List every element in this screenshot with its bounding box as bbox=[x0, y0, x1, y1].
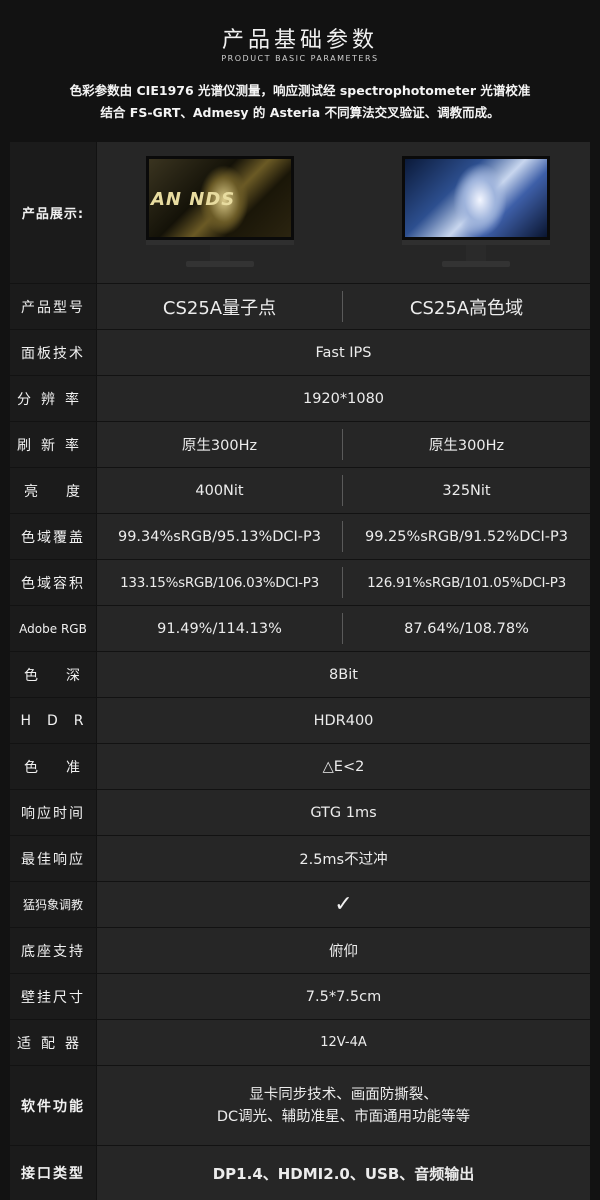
row-coverage: 色域覆盖 99.34%sRGB/95.13%DCI-P3 99.25%sRGB/… bbox=[10, 514, 590, 560]
row-resolution: 分辨率 1920*1080 bbox=[10, 376, 590, 422]
row-model: 产品型号 CS25A量子点 CS25A高色域 bbox=[10, 284, 590, 330]
showcase-label: 产品展示: bbox=[10, 142, 97, 283]
row-adobe: Adobe RGB 91.49%/114.13% 87.64%/108.78% bbox=[10, 606, 590, 652]
row-label: 刷新率 bbox=[10, 422, 97, 467]
monitor-screen: AN NDS bbox=[146, 156, 294, 240]
software-line-2: DC调光、辅助准星、市面通用功能等等 bbox=[216, 1108, 471, 1125]
row-label: 底座支持 bbox=[10, 928, 97, 973]
volume-right: 126.91%sRGB/101.05%DCI-P3 bbox=[367, 574, 566, 591]
row-best-response: 最佳响应 2.5ms不过冲 bbox=[10, 836, 590, 882]
row-adapter: 适配器 12V-4A bbox=[10, 1020, 590, 1066]
row-label: 亮度 bbox=[10, 468, 97, 513]
row-stand: 底座支持 俯仰 bbox=[10, 928, 590, 974]
row-label: 色域覆盖 bbox=[10, 514, 97, 559]
ports-value: DP1.4、HDMI2.0、USB、音频输出 bbox=[212, 1164, 475, 1183]
model-left: CS25A量子点 bbox=[162, 297, 277, 319]
row-label: 色准 bbox=[10, 744, 97, 789]
volume-left: 133.15%sRGB/106.03%DCI-P3 bbox=[120, 574, 319, 591]
description: 色彩参数由 CIE1976 光谱仪测量，响应测试经 spectrophotome… bbox=[14, 80, 586, 124]
row-label: HDR bbox=[10, 698, 97, 743]
row-label: 接口类型 bbox=[10, 1146, 97, 1200]
monitor-screen bbox=[402, 156, 550, 240]
row-label: 响应时间 bbox=[10, 790, 97, 835]
row-label: 猛犸象调教 bbox=[10, 882, 97, 927]
refresh-left: 原生300Hz bbox=[181, 438, 258, 454]
spec-table: 产品展示: AN NDS 产品型号 CS25A量子点 CS25A高色域 面板技术… bbox=[10, 142, 590, 1200]
row-label: 壁挂尺寸 bbox=[10, 974, 97, 1019]
row-label: 最佳响应 bbox=[10, 836, 97, 881]
depth-value: 8Bit bbox=[329, 666, 358, 683]
row-panel: 面板技术 Fast IPS bbox=[10, 330, 590, 376]
stand-value: 俯仰 bbox=[329, 944, 358, 960]
adapter-value: 12V-4A bbox=[320, 1035, 367, 1050]
resolution-value: 1920*1080 bbox=[302, 390, 385, 407]
check-icon: ✓ bbox=[334, 892, 353, 917]
row-tuning: 猛犸象调教 ✓ bbox=[10, 882, 590, 928]
coverage-left: 99.34%sRGB/95.13%DCI-P3 bbox=[117, 528, 322, 545]
row-vesa: 壁挂尺寸 7.5*7.5cm bbox=[10, 974, 590, 1020]
vesa-value: 7.5*7.5cm bbox=[305, 988, 382, 1005]
description-line-1: 色彩参数由 CIE1976 光谱仪测量，响应测试经 spectrophotome… bbox=[69, 83, 531, 98]
brightness-right: 325Nit bbox=[442, 482, 491, 499]
row-refresh: 刷新率 原生300Hz 原生300Hz bbox=[10, 422, 590, 468]
adobe-left: 91.49%/114.13% bbox=[157, 620, 282, 637]
refresh-right: 原生300Hz bbox=[428, 438, 505, 454]
row-label: 适配器 bbox=[10, 1020, 97, 1065]
row-hdr: HDR HDR400 bbox=[10, 698, 590, 744]
accuracy-value: △E<2 bbox=[322, 758, 365, 775]
row-brightness: 亮度 400Nit 325Nit bbox=[10, 468, 590, 514]
page-subtitle: PRODUCT BASIC PARAMETERS bbox=[221, 54, 379, 63]
adobe-right: 87.64%/108.78% bbox=[404, 620, 529, 637]
row-software: 软件功能 显卡同步技术、画面防撕裂、 DC调光、辅助准星、市面通用功能等等 bbox=[10, 1066, 590, 1146]
response-value: GTG 1ms bbox=[310, 804, 377, 821]
screen-art-text: AN NDS bbox=[151, 189, 236, 210]
row-volume: 色域容积 133.15%sRGB/106.03%DCI-P3 126.91%sR… bbox=[10, 560, 590, 606]
monitor-image-wide-gamut bbox=[402, 156, 550, 276]
row-label: 面板技术 bbox=[10, 330, 97, 375]
row-depth: 色深 8Bit bbox=[10, 652, 590, 698]
page-title: 产品基础参数 bbox=[221, 28, 378, 53]
monitor-image-quantum-dot: AN NDS bbox=[146, 156, 294, 276]
panel-value: Fast IPS bbox=[315, 344, 372, 361]
header: 产品基础参数 PRODUCT BASIC PARAMETERS 色彩参数由 CI… bbox=[0, 0, 600, 140]
coverage-right: 99.25%sRGB/91.52%DCI-P3 bbox=[364, 528, 569, 545]
showcase-row: 产品展示: AN NDS bbox=[10, 142, 590, 284]
software-line-1: 显卡同步技术、画面防撕裂、 bbox=[249, 1086, 438, 1103]
model-right: CS25A高色域 bbox=[409, 297, 524, 319]
description-line-2: 结合 FS-GRT、Admesy 的 Asteria 不同算法交叉验证、调教而成… bbox=[100, 105, 500, 120]
row-label: Adobe RGB bbox=[10, 606, 97, 651]
row-label: 分辨率 bbox=[10, 376, 97, 421]
row-accuracy: 色准 △E<2 bbox=[10, 744, 590, 790]
row-response: 响应时间 GTG 1ms bbox=[10, 790, 590, 836]
row-ports: 接口类型 DP1.4、HDMI2.0、USB、音频输出 bbox=[10, 1146, 590, 1200]
row-label: 软件功能 bbox=[10, 1066, 97, 1145]
hdr-value: HDR400 bbox=[313, 712, 374, 729]
row-label: 产品型号 bbox=[10, 284, 97, 329]
best-response-value: 2.5ms不过冲 bbox=[299, 852, 388, 868]
software-value: 显卡同步技术、画面防撕裂、 DC调光、辅助准星、市面通用功能等等 bbox=[97, 1066, 590, 1145]
row-label: 色域容积 bbox=[10, 560, 97, 605]
brightness-left: 400Nit bbox=[195, 482, 244, 499]
row-label: 色深 bbox=[10, 652, 97, 697]
